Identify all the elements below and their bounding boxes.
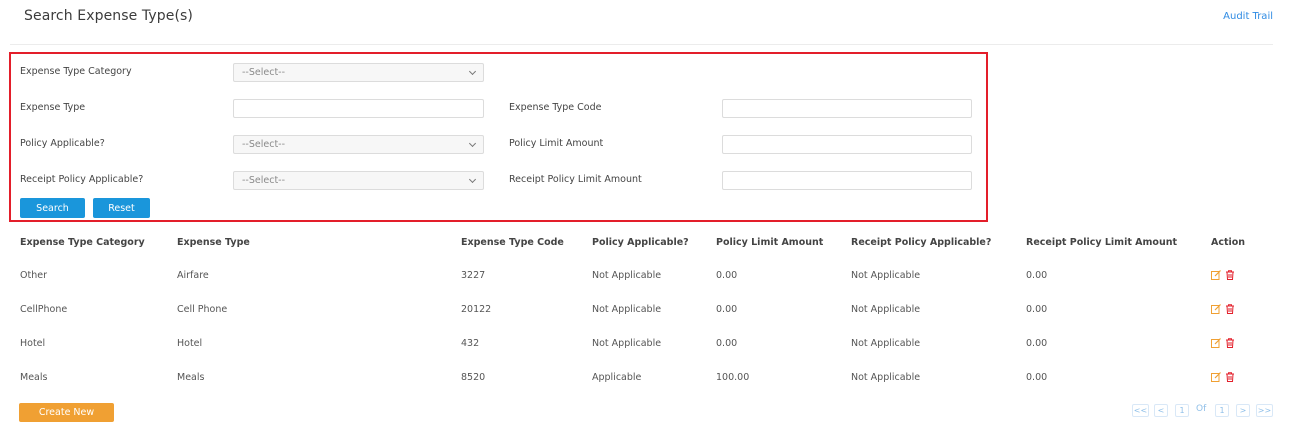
receipt-policy-applicable-value: --Select-- xyxy=(242,175,286,186)
expense-type-input[interactable] xyxy=(233,99,484,118)
receipt-policy-applicable-label: Receipt Policy Applicable? xyxy=(20,174,144,185)
chevron-down-icon xyxy=(468,175,477,184)
cell-policy-applicable: Not Applicable xyxy=(592,338,662,349)
pagination-first-button[interactable]: << xyxy=(1132,404,1149,417)
expense-type-code-label: Expense Type Code xyxy=(509,102,602,113)
cell-expense-type: Cell Phone xyxy=(177,304,228,315)
col-header-code: Expense Type Code xyxy=(461,237,564,248)
cell-category: CellPhone xyxy=(20,304,68,315)
cell-policy-limit: 100.00 xyxy=(716,372,750,383)
expense-type-label: Expense Type xyxy=(20,102,86,113)
col-header-action: Action xyxy=(1211,237,1246,248)
pagination-next-button[interactable]: > xyxy=(1236,404,1250,417)
policy-limit-amount-label: Policy Limit Amount xyxy=(509,138,604,149)
col-header-receipt-policy-applicable: Receipt Policy Applicable? xyxy=(851,237,992,248)
pagination-prev-button[interactable]: < xyxy=(1154,404,1168,417)
cell-expense-type: Hotel xyxy=(177,338,203,349)
cell-code: 8520 xyxy=(461,372,486,383)
cell-policy-applicable: Not Applicable xyxy=(592,270,662,281)
cell-policy-limit: 0.00 xyxy=(716,304,738,315)
policy-applicable-label: Policy Applicable? xyxy=(20,138,105,149)
trash-icon[interactable] xyxy=(1225,270,1235,280)
col-header-policy-applicable: Policy Applicable? xyxy=(592,237,689,248)
expense-type-code-input[interactable] xyxy=(722,99,972,118)
cell-category: Hotel xyxy=(20,338,46,349)
receipt-policy-limit-amount-label: Receipt Policy Limit Amount xyxy=(509,174,642,185)
pagination-last-button[interactable]: >> xyxy=(1256,404,1273,417)
edit-icon[interactable] xyxy=(1211,304,1221,314)
trash-icon[interactable] xyxy=(1225,338,1235,348)
pagination-of-label: Of xyxy=(1196,404,1207,414)
cell-receipt-policy-limit: 0.00 xyxy=(1026,304,1048,315)
col-header-receipt-policy-limit: Receipt Policy Limit Amount xyxy=(1026,237,1178,248)
cell-code: 3227 xyxy=(461,270,486,281)
cell-category: Meals xyxy=(20,372,48,383)
page-title: Search Expense Type(s) xyxy=(24,8,193,24)
policy-limit-amount-input[interactable] xyxy=(722,135,972,154)
edit-icon[interactable] xyxy=(1211,372,1221,382)
col-header-expense-type: Expense Type xyxy=(177,237,250,248)
cell-policy-applicable: Applicable xyxy=(592,372,642,383)
cell-policy-limit: 0.00 xyxy=(716,270,738,281)
col-header-category: Expense Type Category xyxy=(20,237,145,248)
cell-code: 432 xyxy=(461,338,480,349)
policy-applicable-value: --Select-- xyxy=(242,139,286,150)
search-button[interactable]: Search xyxy=(20,198,85,218)
chevron-down-icon xyxy=(468,139,477,148)
cell-policy-applicable: Not Applicable xyxy=(592,304,662,315)
cell-policy-limit: 0.00 xyxy=(716,338,738,349)
expense-type-category-select[interactable]: --Select-- xyxy=(233,63,484,82)
edit-icon[interactable] xyxy=(1211,270,1221,280)
pagination-current-page[interactable]: 1 xyxy=(1175,404,1189,417)
trash-icon[interactable] xyxy=(1225,304,1235,314)
edit-icon[interactable] xyxy=(1211,338,1221,348)
cell-expense-type: Airfare xyxy=(177,270,209,281)
header-divider xyxy=(10,44,1273,45)
expense-type-category-value: --Select-- xyxy=(242,67,286,78)
receipt-policy-applicable-select[interactable]: --Select-- xyxy=(233,171,484,190)
cell-receipt-policy-limit: 0.00 xyxy=(1026,270,1048,281)
col-header-policy-limit: Policy Limit Amount xyxy=(716,237,824,248)
cell-receipt-policy-applicable: Not Applicable xyxy=(851,338,921,349)
expense-type-category-label: Expense Type Category xyxy=(20,66,132,77)
cell-category: Other xyxy=(20,270,47,281)
cell-receipt-policy-applicable: Not Applicable xyxy=(851,304,921,315)
chevron-down-icon xyxy=(468,67,477,76)
audit-trail-link[interactable]: Audit Trail xyxy=(1223,11,1273,22)
cell-receipt-policy-applicable: Not Applicable xyxy=(851,372,921,383)
receipt-policy-limit-amount-input[interactable] xyxy=(722,171,972,190)
cell-expense-type: Meals xyxy=(177,372,205,383)
reset-button[interactable]: Reset xyxy=(93,198,150,218)
create-new-button[interactable]: Create New xyxy=(19,403,114,422)
trash-icon[interactable] xyxy=(1225,372,1235,382)
cell-receipt-policy-applicable: Not Applicable xyxy=(851,270,921,281)
pagination-total-pages: 1 xyxy=(1215,404,1229,417)
cell-code: 20122 xyxy=(461,304,492,315)
cell-receipt-policy-limit: 0.00 xyxy=(1026,372,1048,383)
policy-applicable-select[interactable]: --Select-- xyxy=(233,135,484,154)
cell-receipt-policy-limit: 0.00 xyxy=(1026,338,1048,349)
